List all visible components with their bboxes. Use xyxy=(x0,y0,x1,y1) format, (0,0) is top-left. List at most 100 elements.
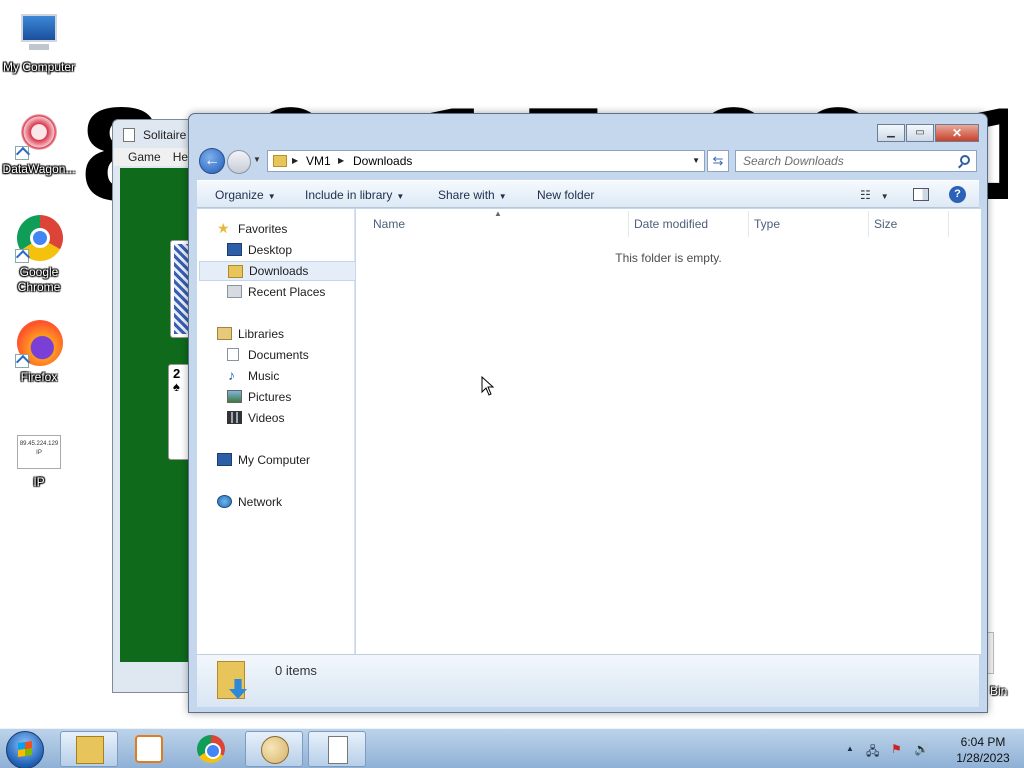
change-view-button[interactable]: ☷ ▼ xyxy=(860,188,889,202)
back-button[interactable]: ← xyxy=(199,148,225,174)
film-strip-icon xyxy=(227,411,242,424)
include-in-library-button[interactable]: Include in library ▼ xyxy=(305,188,404,202)
taskbar-explorer-button[interactable] xyxy=(60,731,118,767)
desktop-icon-label: Google Chrome xyxy=(17,265,61,294)
nav-favorites[interactable]: ★ Favorites xyxy=(197,219,354,239)
column-divider[interactable] xyxy=(868,211,869,237)
breadcrumb-vm1[interactable]: VM1 xyxy=(306,154,331,168)
computer-icon xyxy=(15,10,63,58)
explorer-icon xyxy=(76,736,104,764)
share-with-button[interactable]: Share with ▼ xyxy=(438,188,507,202)
window-caption-buttons: ▁ ▭ ✕ xyxy=(876,124,979,142)
column-divider[interactable] xyxy=(948,211,949,237)
sort-ascending-icon: ▲ xyxy=(494,209,502,218)
clock[interactable]: 6:04 PM 1/28/2023 xyxy=(948,734,1018,766)
help-icon[interactable]: ? xyxy=(949,186,966,203)
desktop-icon-google-chrome[interactable]: Google Chrome xyxy=(0,215,78,295)
menu-help[interactable]: He xyxy=(173,150,188,164)
forward-button[interactable] xyxy=(227,150,251,174)
address-dropdown-icon[interactable]: ▼ xyxy=(692,156,700,165)
folder-icon xyxy=(273,155,287,167)
solitaire-title: Solitaire xyxy=(143,128,187,142)
action-center-icon[interactable]: ⚑ xyxy=(891,742,902,756)
column-divider[interactable] xyxy=(748,211,749,237)
include-in-library-label: Include in library xyxy=(305,188,393,202)
chevron-down-icon: ▼ xyxy=(498,192,507,201)
refresh-button[interactable]: ⇆ xyxy=(707,150,729,172)
nav-label: Favorites xyxy=(238,222,288,236)
file-preview-line: IP xyxy=(36,450,42,456)
desktop-icon-label: DataWagon... xyxy=(2,162,76,176)
close-button[interactable]: ✕ xyxy=(935,124,979,142)
desktop-icon-datawagon[interactable]: DataWagon... xyxy=(0,112,78,177)
nav-label: My Computer xyxy=(238,453,311,467)
explorer-window[interactable]: ▁ ▭ ✕ ← ▼ ▶ VM1 ▶ Downloads ▼ ⇆ Organize… xyxy=(188,113,988,713)
file-list-pane[interactable]: ▲ Name Date modified Type Size This fold… xyxy=(356,209,981,654)
maximize-button[interactable]: ▭ xyxy=(906,124,934,142)
taskbar-solitaire-button[interactable] xyxy=(308,731,366,767)
search-icon[interactable] xyxy=(960,155,970,165)
taskbar-media-player-button[interactable] xyxy=(120,731,178,767)
nav-music[interactable]: ♪ Music xyxy=(197,366,354,386)
taskbar-chrome-button[interactable] xyxy=(182,731,240,767)
column-header-size[interactable]: Size xyxy=(874,217,897,231)
chrome-icon xyxy=(15,215,63,263)
nav-label: Pictures xyxy=(248,390,292,404)
breadcrumb-downloads[interactable]: Downloads xyxy=(353,154,412,168)
downloads-folder-icon xyxy=(217,661,251,703)
new-folder-button[interactable]: New folder xyxy=(537,188,594,202)
address-bar[interactable]: ▶ VM1 ▶ Downloads ▼ xyxy=(267,150,705,172)
nav-libraries[interactable]: Libraries xyxy=(197,324,354,344)
nav-videos[interactable]: Videos xyxy=(197,408,354,428)
shortcut-arrow-icon xyxy=(15,249,29,263)
search-box[interactable] xyxy=(735,150,977,172)
nav-network[interactable]: Network xyxy=(197,492,354,512)
breadcrumb-arrow-icon[interactable]: ▶ xyxy=(338,156,344,165)
view-list-icon: ☷ xyxy=(860,188,871,202)
column-divider[interactable] xyxy=(628,211,629,237)
network-tray-icon[interactable]: 🖧 xyxy=(866,742,879,763)
taskbar-paint-button[interactable] xyxy=(245,731,303,767)
column-header-name[interactable]: Name xyxy=(373,217,405,231)
solitaire-icon xyxy=(328,736,348,764)
chevron-down-icon: ▼ xyxy=(396,192,405,201)
desktop-icon-label: IP xyxy=(33,475,45,489)
empty-folder-message: This folder is empty. xyxy=(615,251,722,265)
nav-label: Desktop xyxy=(248,243,293,257)
desktop-icon-label: Firefox xyxy=(20,370,58,384)
share-with-label: Share with xyxy=(438,188,495,202)
datawagon-icon xyxy=(15,112,63,160)
nav-recent-places[interactable]: Recent Places xyxy=(197,282,354,302)
desktop-icon-firefox[interactable]: Firefox xyxy=(0,320,78,385)
desktop-icon-ip[interactable]: 89.45.224.129 IP IP xyxy=(0,435,78,490)
organize-label: Organize xyxy=(215,188,264,202)
organize-button[interactable]: Organize ▼ xyxy=(215,188,276,202)
libraries-icon xyxy=(217,327,232,340)
taskbar: ▲ 🖧 ⚑ 🔊 6:04 PM 1/28/2023 xyxy=(0,728,1024,768)
recent-pages-dropdown[interactable]: ▼ xyxy=(253,155,261,164)
volume-icon[interactable]: 🔊 xyxy=(914,742,929,756)
column-header-type[interactable]: Type xyxy=(754,217,780,231)
preview-pane-button[interactable] xyxy=(913,188,929,201)
firefox-icon xyxy=(15,320,63,368)
breadcrumb-arrow-icon[interactable]: ▶ xyxy=(292,156,298,165)
minimize-button[interactable]: ▁ xyxy=(877,124,905,142)
desktop-icon-my-computer[interactable]: My Computer xyxy=(0,10,78,75)
desktop-icon-label: My Computer xyxy=(2,60,76,74)
nav-downloads[interactable]: Downloads xyxy=(199,261,356,281)
show-hidden-icons-button[interactable]: ▲ xyxy=(846,744,854,753)
column-header-date-modified[interactable]: Date modified xyxy=(634,217,708,231)
start-button[interactable] xyxy=(6,731,44,768)
recycle-bin-label: Bin xyxy=(990,684,1008,698)
shortcut-arrow-icon xyxy=(15,146,29,160)
menu-game[interactable]: Game xyxy=(128,150,161,164)
nav-my-computer[interactable]: My Computer xyxy=(197,450,354,470)
nav-desktop[interactable]: Desktop xyxy=(197,240,354,260)
navigation-pane: ★ Favorites Desktop Downloads Recent Pla… xyxy=(197,209,356,654)
item-count: 0 items xyxy=(275,663,317,678)
search-input[interactable] xyxy=(736,151,946,171)
nav-pictures[interactable]: Pictures xyxy=(197,387,354,407)
nav-label: Network xyxy=(238,495,283,509)
documents-icon xyxy=(227,348,239,361)
nav-documents[interactable]: Documents xyxy=(197,345,354,365)
